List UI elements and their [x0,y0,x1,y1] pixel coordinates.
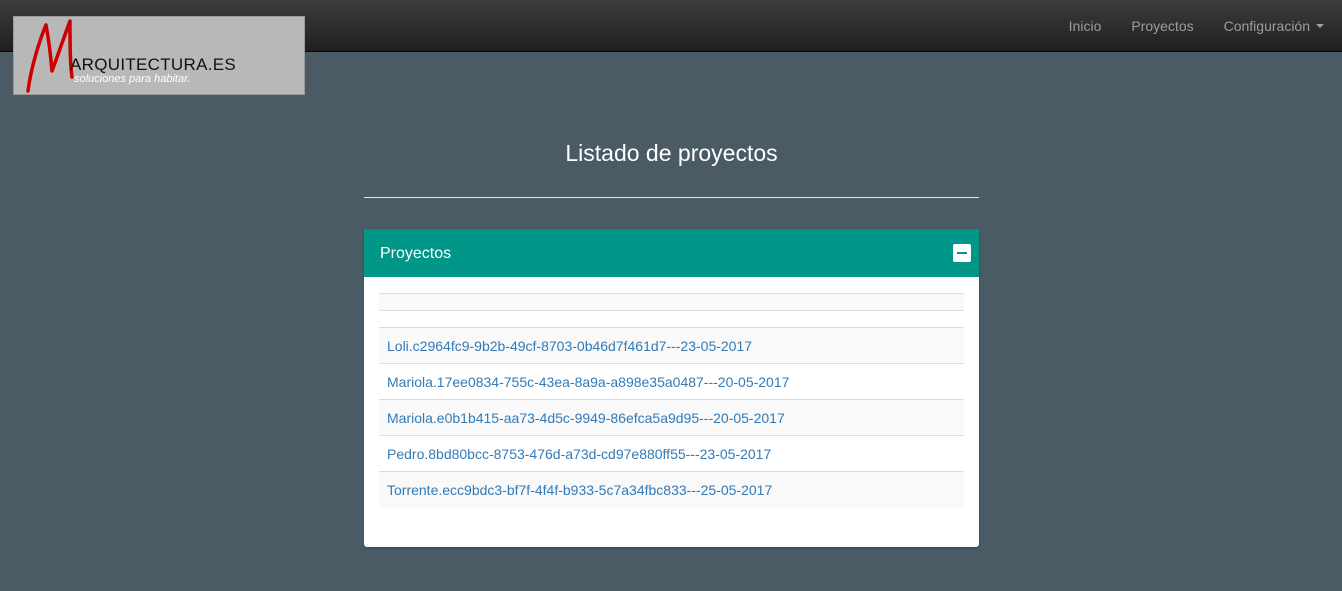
brand-logo[interactable]: ARQUITECTURA.ES soluciones para habitar. [13,16,305,95]
nav-configuracion-label: Configuración [1223,18,1310,34]
caret-down-icon [1316,24,1324,28]
table-header [379,293,964,311]
projects-table: Loli.c2964fc9-9b2b-49cf-8703-0b46d7f461d… [379,293,964,508]
nav-inicio[interactable]: Inicio [1069,18,1102,34]
project-link[interactable]: Pedro.8bd80bcc-8753-476d-a73d-cd97e880ff… [387,446,771,462]
title-divider [364,197,979,198]
projects-panel: Proyectos Loli.c2964fc9-9b2b-49cf-8703-0… [364,229,979,547]
table-row: Mariola.e0b1b415-aa73-4d5c-9949-86efca5a… [379,400,964,436]
table-spacer-row [379,311,964,328]
table-row: Mariola.17ee0834-755c-43ea-8a9a-a898e35a… [379,364,964,400]
nav-configuracion-dropdown[interactable]: Configuración [1224,18,1324,34]
nav-proyectos[interactable]: Proyectos [1131,18,1193,34]
table-row: Pedro.8bd80bcc-8753-476d-a73d-cd97e880ff… [379,436,964,472]
table-row: Loli.c2964fc9-9b2b-49cf-8703-0b46d7f461d… [379,328,964,364]
logo-tagline: soluciones para habitar. [74,73,191,85]
logo-text: ARQUITECTURA.ES [70,55,237,74]
page-title: Listado de proyectos [565,140,778,166]
table-body: Loli.c2964fc9-9b2b-49cf-8703-0b46d7f461d… [379,328,964,508]
minus-square-icon[interactable] [953,244,971,262]
project-link[interactable]: Mariola.e0b1b415-aa73-4d5c-9949-86efca5a… [387,410,785,426]
panel-heading: Proyectos [364,229,979,277]
panel-title: Proyectos [380,245,452,262]
project-link[interactable]: Loli.c2964fc9-9b2b-49cf-8703-0b46d7f461d… [387,338,752,354]
project-link[interactable]: Torrente.ecc9bdc3-bf7f-4f4f-b933-5c7a34f… [387,482,772,498]
table-row: Torrente.ecc9bdc3-bf7f-4f4f-b933-5c7a34f… [379,472,964,508]
project-link[interactable]: Mariola.17ee0834-755c-43ea-8a9a-a898e35a… [387,374,789,390]
nav-links: Inicio Proyectos Configuración [1039,0,1324,52]
